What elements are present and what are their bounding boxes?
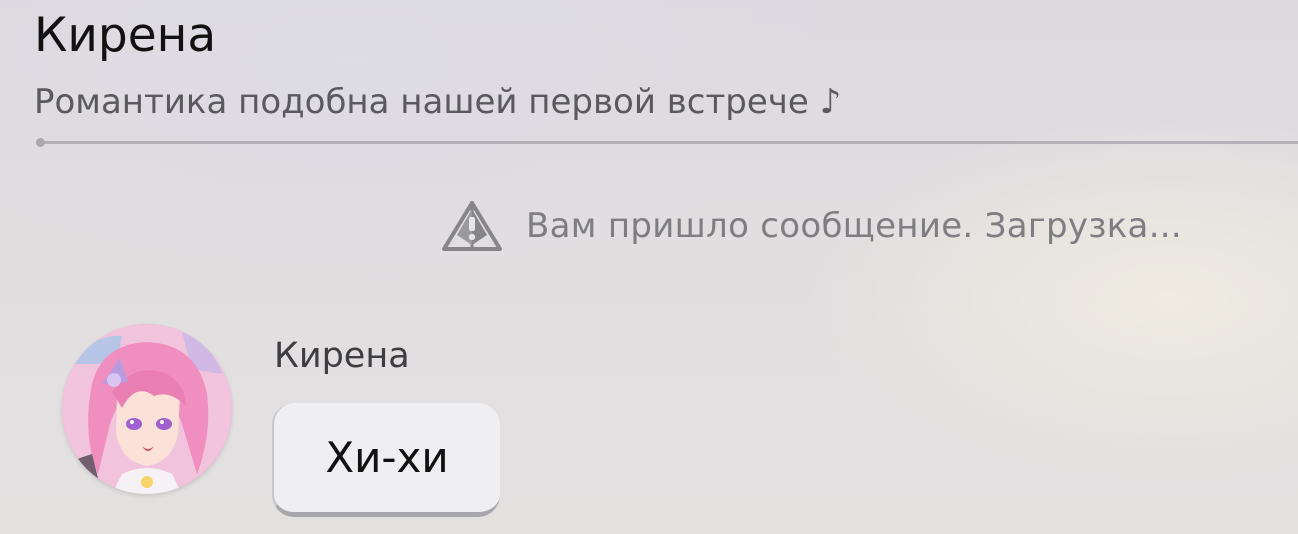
avatar[interactable] bbox=[62, 324, 232, 494]
message-bubble[interactable]: Хи-хи bbox=[272, 403, 500, 517]
system-notice: Вам пришло сообщение. Загрузка... bbox=[440, 198, 1182, 254]
message-text: Хи-хи bbox=[325, 433, 449, 482]
chat-subtitle: Романтика подобна нашей первой встрече ♪ bbox=[34, 82, 842, 122]
header-divider bbox=[38, 141, 1298, 144]
system-notice-text: Вам пришло сообщение. Загрузка... bbox=[526, 206, 1183, 246]
character-portrait-icon bbox=[62, 324, 232, 494]
warning-triangle-icon bbox=[442, 201, 502, 251]
message-sender-name: Кирена bbox=[274, 336, 410, 376]
divider-dot bbox=[36, 138, 45, 147]
chat-title: Кирена bbox=[34, 8, 217, 63]
